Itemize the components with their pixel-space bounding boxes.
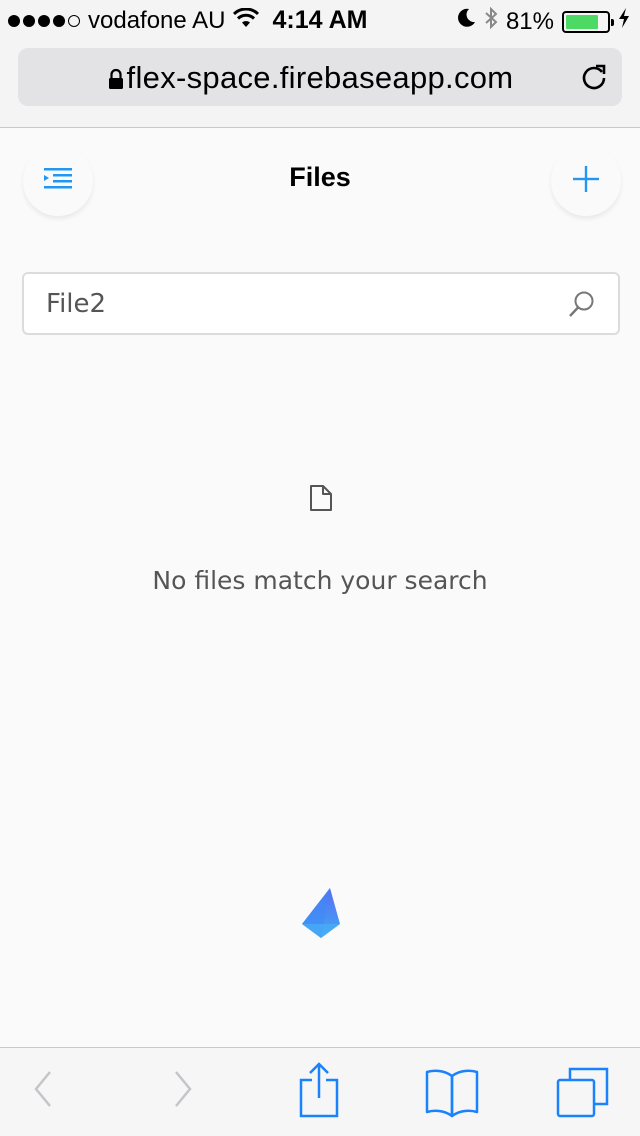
- browser-address-area: flex-space.firebaseapp.com: [0, 40, 640, 128]
- search-input[interactable]: [46, 274, 546, 333]
- charging-bolt-icon: [618, 7, 630, 36]
- page-title: Files: [289, 162, 351, 192]
- status-right: 81%: [456, 6, 630, 37]
- url-text: flex-space.firebaseapp.com: [126, 60, 514, 95]
- moon-icon: [456, 7, 476, 36]
- firebase-logo: [300, 886, 342, 945]
- back-icon[interactable]: [28, 1066, 58, 1117]
- status-bar: vodafone AU 4:14 AM 81%: [0, 0, 640, 40]
- magnifier-icon[interactable]: [568, 290, 596, 323]
- forward-icon[interactable]: [168, 1066, 198, 1117]
- plus-icon: [572, 165, 600, 198]
- browser-toolbar: [0, 1047, 640, 1136]
- bluetooth-icon: [484, 6, 498, 37]
- empty-state-message: No files match your search: [152, 566, 488, 595]
- document-icon: [309, 484, 333, 517]
- address-bar[interactable]: flex-space.firebaseapp.com: [18, 48, 622, 106]
- battery-percent: 81%: [505, 7, 554, 35]
- share-icon[interactable]: [298, 1062, 340, 1123]
- search-box: [22, 272, 620, 335]
- add-file-button[interactable]: [551, 146, 621, 216]
- status-left: vodafone AU: [8, 7, 260, 35]
- carrier-name: vodafone AU: [88, 7, 226, 34]
- tabs-icon[interactable]: [556, 1066, 610, 1123]
- app-header: Files: [0, 130, 640, 230]
- signal-strength-icon: [8, 15, 80, 27]
- reload-icon[interactable]: [580, 62, 608, 97]
- bookmarks-icon[interactable]: [424, 1068, 480, 1123]
- wifi-icon: [233, 7, 260, 35]
- battery-icon: [562, 10, 614, 33]
